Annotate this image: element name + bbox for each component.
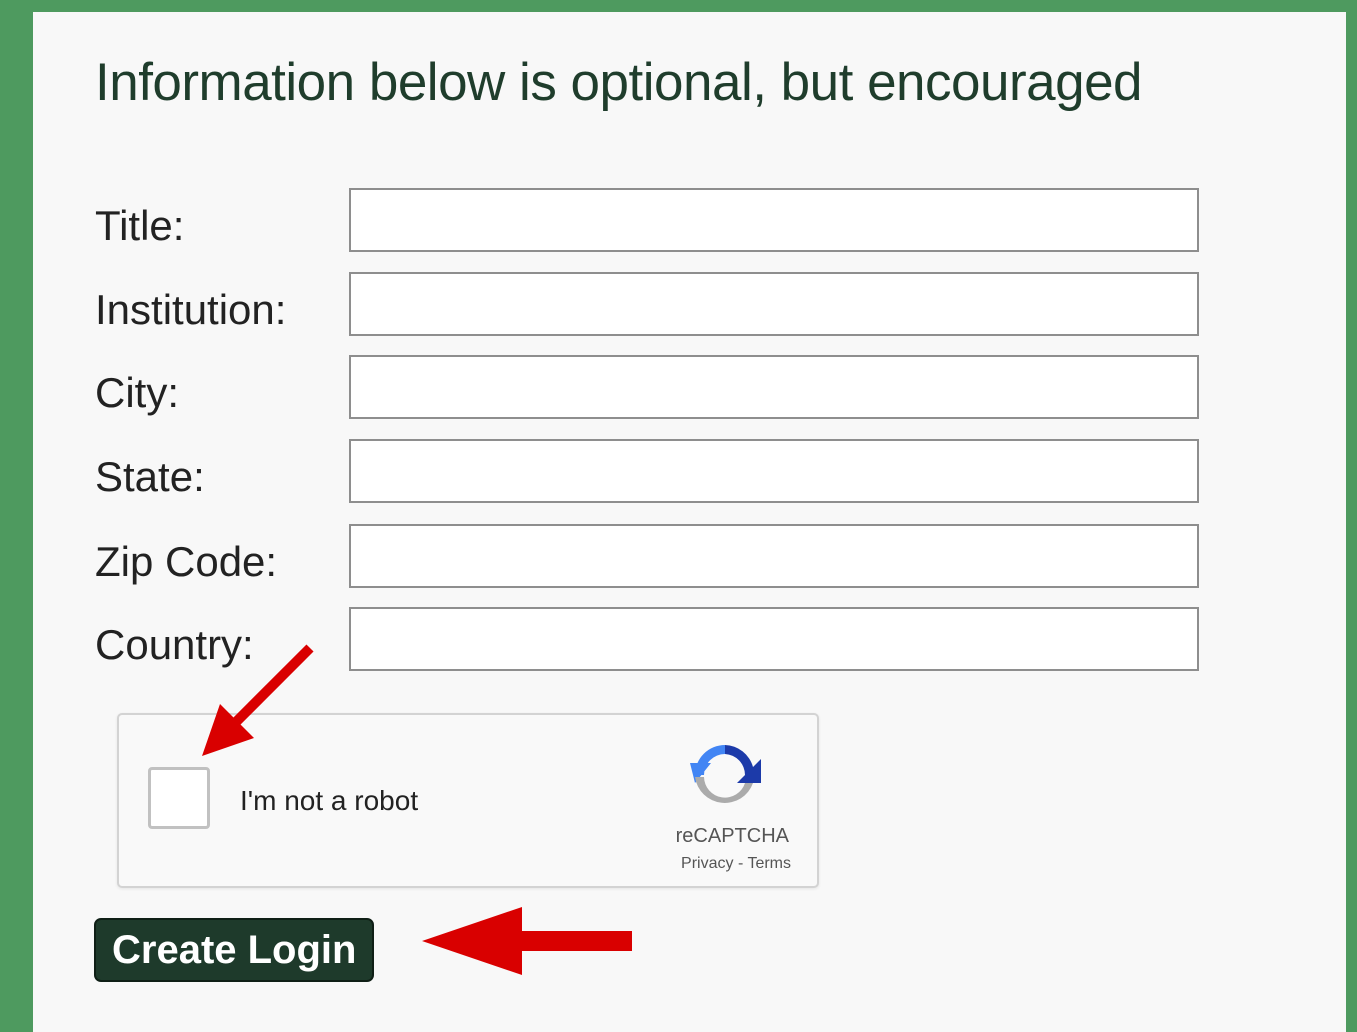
zip-code-row: Zip Code: xyxy=(33,524,1346,588)
title-input[interactable] xyxy=(349,188,1199,252)
recaptcha-logo-icon xyxy=(690,745,761,803)
red-arrow-to-checkbox xyxy=(202,644,314,756)
title-label: Title: xyxy=(95,202,185,249)
state-input[interactable] xyxy=(349,439,1199,503)
institution-row: Institution: xyxy=(33,272,1346,336)
country-input[interactable] xyxy=(349,607,1199,671)
institution-label: Institution: xyxy=(95,286,287,333)
section-heading: Information below is optional, but encou… xyxy=(95,53,1143,112)
create-login-button[interactable]: Create Login xyxy=(94,918,375,982)
city-row: City: xyxy=(33,355,1346,419)
recaptcha-links: Privacy - Terms xyxy=(681,855,791,873)
city-label: City: xyxy=(95,369,179,416)
title-row: Title: xyxy=(33,188,1346,252)
zip-code-label: Zip Code: xyxy=(95,538,278,585)
recaptcha-privacy-link[interactable]: Privacy xyxy=(681,855,733,872)
city-input[interactable] xyxy=(349,355,1199,419)
not-a-robot-checkbox[interactable] xyxy=(148,767,210,829)
not-a-robot-label: I'm not a robot xyxy=(240,785,419,816)
state-label: State: xyxy=(95,453,205,500)
form-panel: Information below is optional, but encou… xyxy=(33,12,1346,1032)
recaptcha-link-separator: - xyxy=(733,855,748,872)
recaptcha-terms-link[interactable]: Terms xyxy=(747,855,791,872)
institution-input[interactable] xyxy=(349,272,1199,336)
recaptcha-brand: reCAPTCHA xyxy=(675,825,789,847)
state-row: State: xyxy=(33,439,1346,503)
red-arrow-to-create-login xyxy=(422,907,632,975)
zip-code-input[interactable] xyxy=(349,524,1199,588)
